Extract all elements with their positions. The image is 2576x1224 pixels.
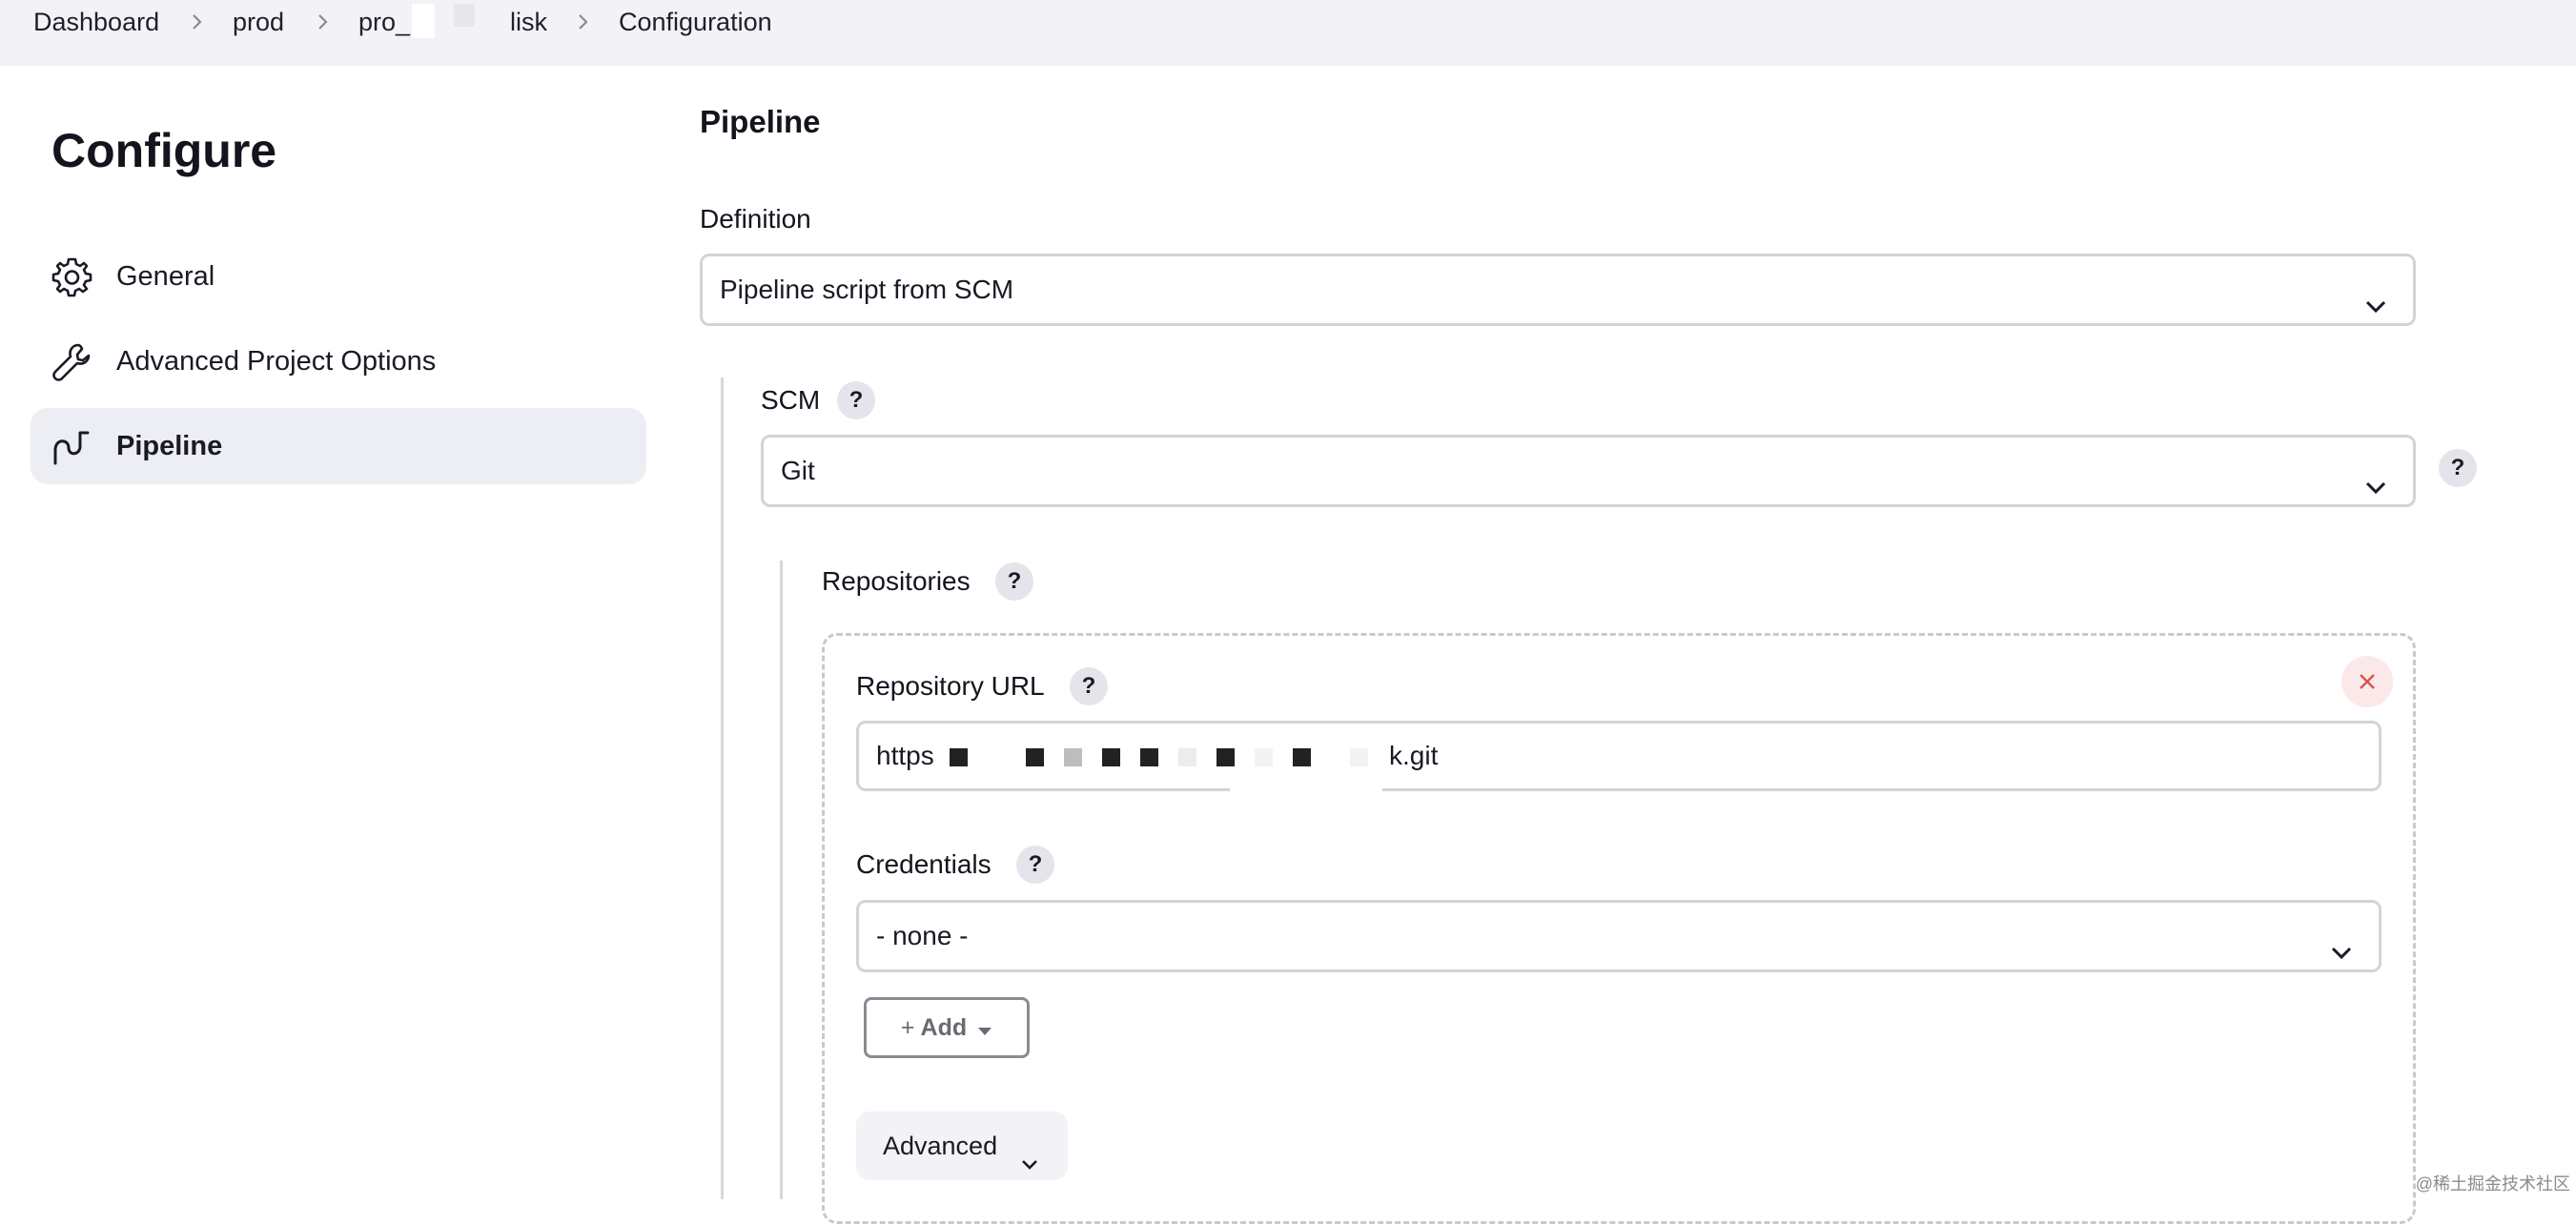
nest-divider	[780, 561, 783, 1199]
redaction-block	[950, 748, 968, 766]
redaction-block	[1140, 748, 1158, 766]
wrench-icon	[50, 340, 93, 384]
scm-help-button[interactable]: ?	[837, 381, 875, 419]
repositories-help-button[interactable]: ?	[995, 562, 1033, 601]
redaction-block	[1026, 748, 1044, 766]
definition-label: Definition	[700, 204, 811, 234]
sidebar-item-label: Pipeline	[116, 431, 223, 461]
credentials-select-value: - none -	[876, 921, 969, 950]
breadcrumb-project-suffix[interactable]: lisk	[510, 0, 547, 45]
caret-down-icon	[977, 1001, 992, 1056]
sidebar-item-general[interactable]: General	[31, 238, 646, 315]
advanced-button-label: Advanced	[883, 1132, 998, 1160]
definition-select[interactable]: Pipeline script from SCM	[700, 254, 2416, 326]
chevron-down-icon	[2329, 924, 2354, 960]
section-title: Pipeline	[700, 104, 821, 139]
page-title: Configure	[51, 124, 277, 177]
plus-icon: +	[900, 1014, 915, 1041]
credentials-help-button[interactable]: ?	[1016, 846, 1054, 884]
watermark: @稀土掘金技术社区	[2415, 1174, 2570, 1193]
breadcrumb-configuration: Configuration	[619, 8, 772, 36]
redaction-block	[454, 4, 475, 27]
redaction-block	[412, 4, 435, 38]
redaction-block	[1293, 748, 1311, 766]
chevron-down-icon	[1018, 1133, 1041, 1170]
repository-url-prefix: https	[876, 741, 934, 770]
close-icon	[2360, 674, 2375, 689]
sidebar-item-label: General	[116, 261, 215, 292]
redaction-block	[1350, 748, 1368, 766]
repository-url-label: Repository URL	[856, 671, 1045, 701]
pipeline-icon	[50, 425, 93, 469]
add-button-label: Add	[920, 1014, 968, 1041]
credentials-label: Credentials	[856, 849, 992, 879]
sidebar-item-label: Advanced Project Options	[116, 346, 437, 377]
chevron-down-icon	[2363, 459, 2388, 495]
breadcrumb-dashboard[interactable]: Dashboard	[33, 0, 159, 45]
redaction-block	[1255, 748, 1273, 766]
redaction-block	[1178, 748, 1196, 766]
repository-url-help-button[interactable]: ?	[1070, 667, 1108, 705]
nest-divider	[721, 377, 724, 1199]
redaction-block	[1102, 748, 1120, 766]
breadcrumb: Dashboard prod pro_ lisk Configuration	[0, 0, 2576, 66]
add-credentials-button[interactable]: + Add	[864, 997, 1030, 1058]
breadcrumb-prod[interactable]: prod	[233, 0, 284, 45]
breadcrumb-project-prefix[interactable]: pro_	[358, 0, 410, 45]
advanced-button[interactable]: Advanced	[856, 1112, 1068, 1180]
redaction-block	[1064, 748, 1082, 766]
credentials-select[interactable]: - none -	[856, 900, 2382, 972]
scm-label: SCM	[761, 385, 821, 415]
repository-url-suffix: k.git	[1389, 741, 1439, 770]
gear-icon	[50, 255, 93, 299]
scm-select-value: Git	[781, 456, 815, 485]
delete-repository-button[interactable]	[2341, 656, 2393, 707]
sidebar-item-advanced-project-options[interactable]: Advanced Project Options	[31, 323, 646, 399]
chevron-right-icon	[573, 11, 594, 32]
scm-select-help-button[interactable]: ?	[2439, 449, 2477, 487]
repositories-label: Repositories	[822, 566, 971, 596]
redaction-block	[1216, 748, 1235, 766]
chevron-down-icon	[2363, 277, 2388, 314]
chevron-right-icon	[187, 11, 208, 32]
scm-select[interactable]: Git	[761, 435, 2416, 507]
definition-select-value: Pipeline script from SCM	[720, 275, 1014, 304]
sidebar-item-pipeline[interactable]: Pipeline	[31, 408, 646, 484]
chevron-right-icon	[313, 11, 334, 32]
